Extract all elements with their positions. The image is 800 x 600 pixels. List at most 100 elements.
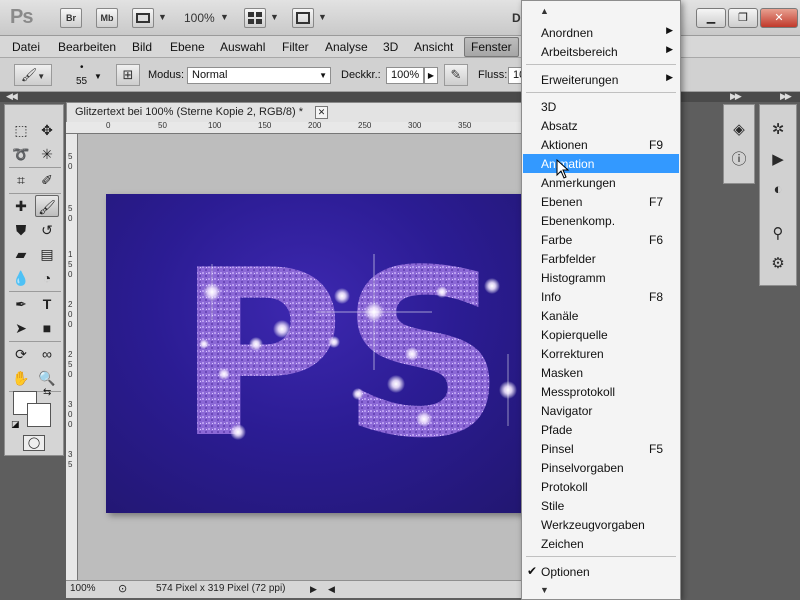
bridge-button[interactable]: Br <box>60 8 82 28</box>
horizontal-ruler[interactable]: 0 50 100 150 200 250 300 350 <box>66 122 536 134</box>
crop-tool[interactable]: ⌗ <box>9 169 33 191</box>
menu-item-navigator[interactable]: Navigator <box>523 401 679 420</box>
quick-mask-button[interactable]: ◯ <box>23 435 45 451</box>
lasso-tool[interactable]: ➰ <box>9 143 33 165</box>
menu-item-anmerkungen[interactable]: Anmerkungen <box>523 173 679 192</box>
minibridge-button[interactable]: Mb <box>96 8 118 28</box>
tablet-pressure-opacity-button[interactable]: ✎ <box>444 64 468 86</box>
document-canvas[interactable]: PSD <box>106 194 546 513</box>
brush-size-picker[interactable]: • 55 ▼ <box>66 62 102 90</box>
menu-item-arbeitsbereich[interactable]: Arbeitsbereich ▶ <box>523 42 679 61</box>
type-tool[interactable]: T <box>35 293 59 315</box>
eyedropper-tool[interactable]: ✐ <box>35 169 59 191</box>
vertical-ruler[interactable]: 5 0 5 0 1 5 0 2 0 0 2 5 0 3 0 0 3 5 <box>66 134 78 580</box>
menu-item-3d[interactable]: 3D <box>523 97 679 116</box>
marquee-tool[interactable]: ⬚ <box>9 119 33 141</box>
menu-item-animation[interactable]: Animation <box>523 154 679 173</box>
menu-item-messprotokoll[interactable]: Messprotokoll <box>523 382 679 401</box>
path-selection-tool[interactable]: ➤ <box>9 317 33 339</box>
menu-item-korrekturen[interactable]: Korrekturen <box>523 344 679 363</box>
workspace-switcher[interactable]: D <box>512 11 521 25</box>
zoom-level[interactable]: 100% <box>184 11 215 25</box>
menu-item-aktionen[interactable]: Aktionen F9 <box>523 135 679 154</box>
menu-item-werkzeugvorgaben[interactable]: Werkzeugvorgaben <box>523 515 679 534</box>
adjustments-panel-icon[interactable]: ◐ <box>765 179 791 201</box>
maximize-button[interactable]: ❐ <box>728 8 758 28</box>
eraser-tool[interactable]: ▰ <box>9 243 33 265</box>
scroll-down-icon[interactable]: ▼ <box>540 585 549 595</box>
view-extras-button[interactable] <box>132 8 154 28</box>
menu-fenster[interactable]: Fenster <box>464 37 519 57</box>
swap-colors-icon[interactable]: ⇆ <box>43 387 51 398</box>
menu-ansicht[interactable]: Ansicht <box>414 40 453 54</box>
menu-item-info[interactable]: Info F8 <box>523 287 679 306</box>
menu-item-histogramm[interactable]: Histogramm <box>523 268 679 287</box>
document-tab[interactable]: Glitzertext bei 100% (Sterne Kopie 2, RG… <box>66 102 536 122</box>
scroll-up-icon[interactable]: ▲ <box>540 6 549 16</box>
3d-rotate-tool[interactable]: ⟳ <box>9 343 33 365</box>
arrange-documents-button[interactable] <box>244 8 266 28</box>
info-panel-icon[interactable]: ⓘ <box>726 149 752 171</box>
collapse-left-icon[interactable]: ◀◀ <box>6 91 18 102</box>
brush-tool[interactable]: 🖌 <box>35 195 59 217</box>
blur-tool[interactable]: 💧 <box>9 267 33 289</box>
magic-wand-tool[interactable]: ✳ <box>35 143 59 165</box>
collapse-right-icon[interactable]: ▶▶ <box>730 91 742 102</box>
menu-item-absatz[interactable]: Absatz <box>523 116 679 135</box>
brush-panel-toggle[interactable]: ⊞ <box>116 64 140 86</box>
hand-tool[interactable]: ✋ <box>9 367 33 389</box>
layers-panel-icon[interactable]: ◈ <box>726 119 752 141</box>
menu-analyse[interactable]: Analyse <box>325 40 368 54</box>
collapse-right-icon[interactable]: ▶▶ <box>780 91 792 102</box>
chevron-down-icon[interactable]: ▼ <box>220 12 229 22</box>
status-zoom[interactable]: 100% <box>70 581 96 597</box>
menu-item-erweiterungen[interactable]: Erweiterungen ▶ <box>523 70 679 89</box>
scroll-left-icon[interactable]: ◀ <box>328 581 335 597</box>
close-window-button[interactable]: ✕ <box>760 8 798 28</box>
menu-item-stile[interactable]: Stile <box>523 496 679 515</box>
minimize-button[interactable]: ▁ <box>696 8 726 28</box>
menu-item-pinsel[interactable]: Pinsel F5 <box>523 439 679 458</box>
menu-item-ebenenkomp[interactable]: Ebenenkomp. <box>523 211 679 230</box>
menu-item-zeichen[interactable]: Zeichen <box>523 534 679 553</box>
rectangle-tool[interactable]: ■ <box>35 317 59 339</box>
chevron-down-icon[interactable]: ▼ <box>318 12 327 22</box>
tool-presets-panel-icon[interactable]: ⚙ <box>765 253 791 275</box>
menu-item-protokoll[interactable]: Protokoll <box>523 477 679 496</box>
close-document-button[interactable]: ✕ <box>315 106 328 119</box>
menu-item-masken[interactable]: Masken <box>523 363 679 382</box>
opacity-slider-button[interactable]: ▶ <box>424 67 438 84</box>
gradient-tool[interactable]: ▤ <box>35 243 59 265</box>
menu-bild[interactable]: Bild <box>132 40 152 54</box>
menu-item-pfade[interactable]: Pfade <box>523 420 679 439</box>
menu-item-farbfelder[interactable]: Farbfelder <box>523 249 679 268</box>
menu-item-kopierquelle[interactable]: Kopierquelle <box>523 325 679 344</box>
chevron-down-icon[interactable]: ▼ <box>270 12 279 22</box>
chevron-down-icon[interactable]: ▼ <box>158 12 167 22</box>
clone-source-panel-icon[interactable]: ⚲ <box>765 223 791 245</box>
menu-item-optionen[interactable]: ✔ Optionen <box>523 562 679 581</box>
pen-tool[interactable]: ✒ <box>9 293 33 315</box>
menu-item-pinselvorgaben[interactable]: Pinselvorgaben <box>523 458 679 477</box>
history-brush-tool[interactable]: ↺ <box>35 219 59 241</box>
status-menu-arrow-icon[interactable]: ▶ <box>310 581 317 597</box>
menu-datei[interactable]: Datei <box>12 40 40 54</box>
default-colors-icon[interactable]: ◪ <box>11 419 20 430</box>
menu-ebene[interactable]: Ebene <box>170 40 205 54</box>
menu-auswahl[interactable]: Auswahl <box>220 40 265 54</box>
menu-item-kanaele[interactable]: Kanäle <box>523 306 679 325</box>
navigator-panel-icon[interactable]: ✲ <box>765 119 791 141</box>
clone-stamp-tool[interactable]: ⛊ <box>9 219 33 241</box>
menu-bearbeiten[interactable]: Bearbeiten <box>58 40 116 54</box>
status-options-icon[interactable]: ⊙ <box>118 581 127 597</box>
healing-brush-tool[interactable]: ✚ <box>9 195 33 217</box>
zoom-tool[interactable]: 🔍 <box>35 367 59 389</box>
opacity-field[interactable]: 100% <box>386 67 424 84</box>
menu-item-ebenen[interactable]: Ebenen F7 <box>523 192 679 211</box>
actions-panel-icon[interactable]: ▶ <box>765 149 791 171</box>
mode-select[interactable]: Normal ▼ <box>187 67 331 84</box>
menu-item-farbe[interactable]: Farbe F6 <box>523 230 679 249</box>
dodge-tool[interactable]: ◔ <box>35 267 59 289</box>
menu-3d[interactable]: 3D <box>383 40 398 54</box>
menu-filter[interactable]: Filter <box>282 40 309 54</box>
